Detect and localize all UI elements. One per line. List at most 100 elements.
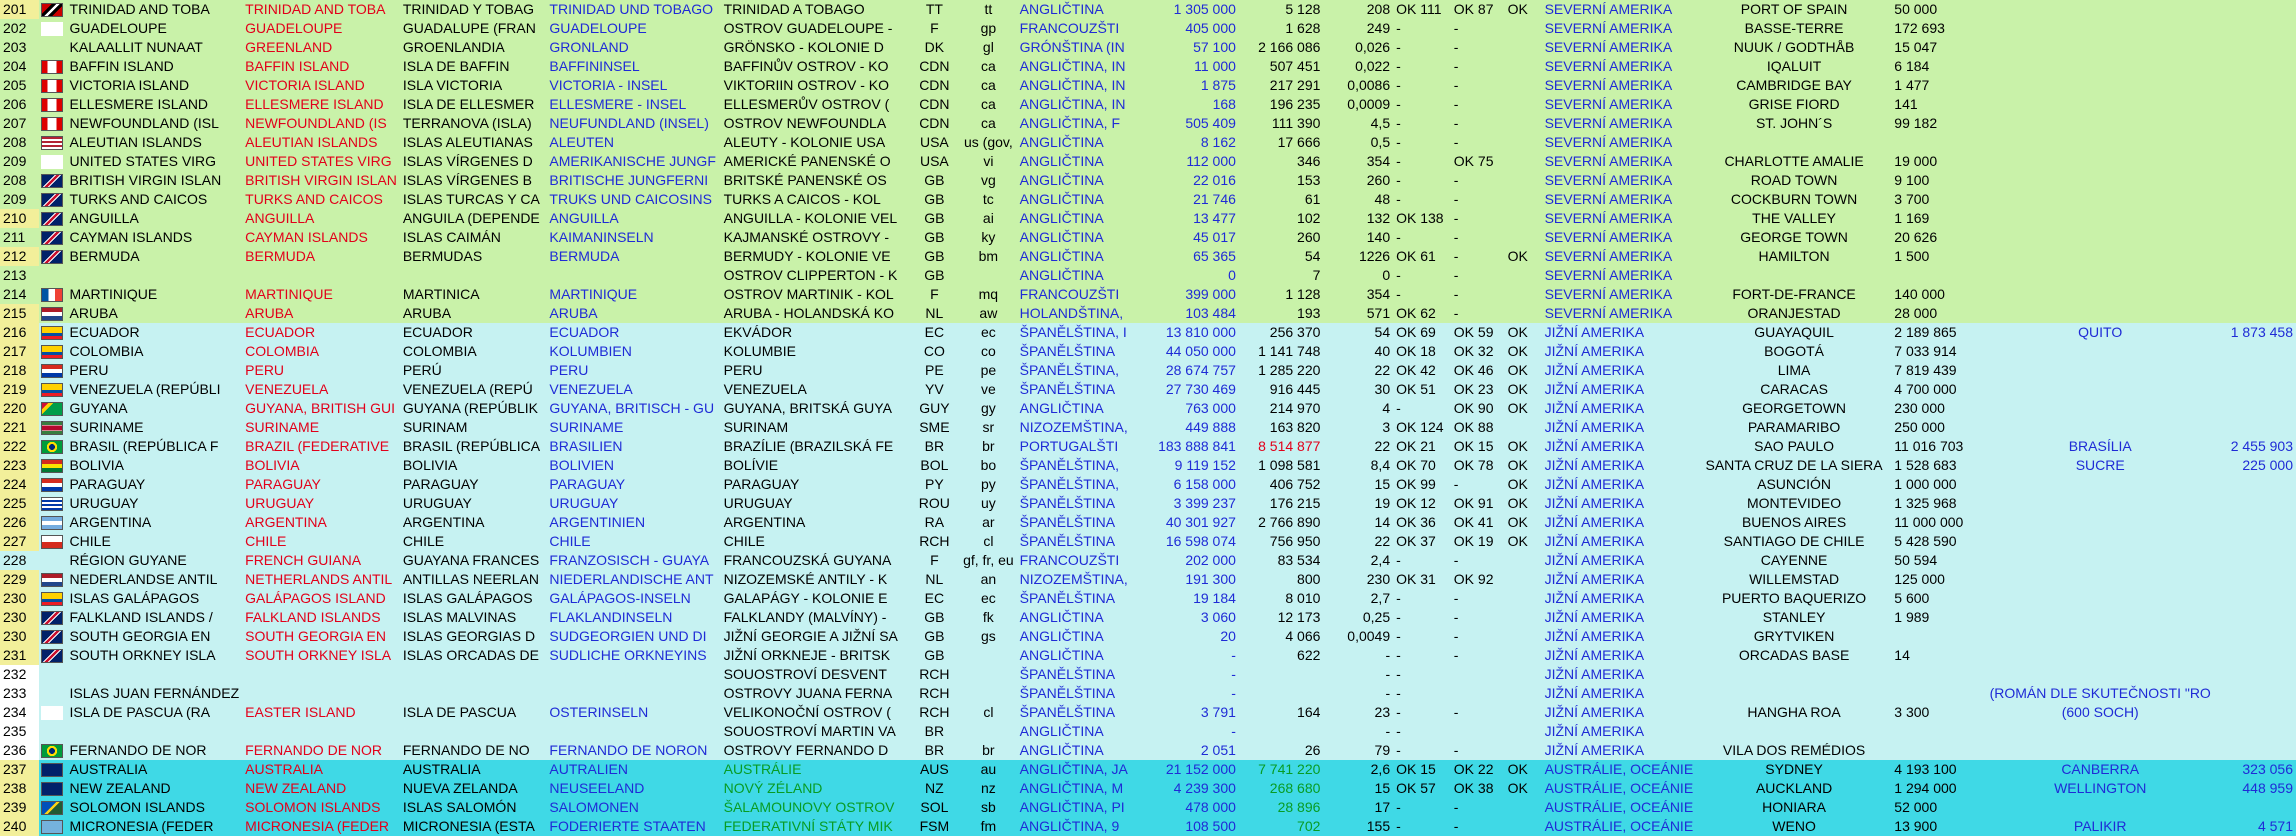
name-spanish[interactable]: ISLAS GEORGIAS D bbox=[399, 627, 547, 646]
capital-population[interactable] bbox=[2213, 228, 2296, 247]
language[interactable]: ŠPANĚLŠTINA bbox=[1016, 513, 1147, 532]
vehicle-code[interactable]: F bbox=[908, 285, 961, 304]
row-number[interactable]: 209 bbox=[0, 190, 39, 209]
area[interactable] bbox=[1238, 665, 1324, 684]
density[interactable]: 19 bbox=[1323, 494, 1394, 513]
capital[interactable] bbox=[1986, 627, 2214, 646]
language[interactable]: ANGLIČTINA, IN bbox=[1016, 95, 1147, 114]
city-population[interactable]: 99 182 bbox=[1891, 114, 1987, 133]
flag-cell[interactable] bbox=[38, 0, 67, 19]
status-ok[interactable] bbox=[1504, 285, 1542, 304]
language[interactable]: ŠPANĚLŠTINA, bbox=[1016, 475, 1147, 494]
population[interactable]: - bbox=[1146, 646, 1239, 665]
capital[interactable] bbox=[1986, 209, 2214, 228]
name-english[interactable]: BERMUDA bbox=[242, 247, 400, 266]
area[interactable]: 111 390 bbox=[1238, 114, 1324, 133]
density[interactable]: 230 bbox=[1323, 570, 1394, 589]
name-english[interactable]: CHILE bbox=[242, 532, 400, 551]
population[interactable]: 13 477 bbox=[1146, 209, 1239, 228]
capital-population[interactable] bbox=[2213, 380, 2296, 399]
name-german[interactable]: TRINIDAD UND TOBAGO bbox=[546, 0, 721, 19]
population[interactable]: 3 399 237 bbox=[1146, 494, 1239, 513]
density[interactable]: 15 bbox=[1323, 475, 1394, 494]
density[interactable]: 0,5 bbox=[1323, 133, 1394, 152]
status-1[interactable]: - bbox=[1393, 190, 1451, 209]
flag-cell[interactable] bbox=[38, 437, 67, 456]
vehicle-code[interactable]: GB bbox=[908, 228, 961, 247]
status-ok[interactable]: OK bbox=[1504, 437, 1542, 456]
language[interactable]: NIZOZEMŠTINA, bbox=[1016, 418, 1147, 437]
status-ok[interactable] bbox=[1504, 703, 1542, 722]
status-ok[interactable] bbox=[1504, 608, 1542, 627]
area[interactable] bbox=[1238, 722, 1324, 741]
status-1[interactable]: - bbox=[1393, 228, 1451, 247]
name-german[interactable] bbox=[546, 722, 721, 741]
name-spanish[interactable]: ANGUILA (DEPENDE bbox=[399, 209, 547, 228]
row-number[interactable]: 212 bbox=[0, 247, 39, 266]
row-number[interactable]: 239 bbox=[0, 798, 39, 817]
continent[interactable]: JIŽNÍ AMERIKA bbox=[1541, 741, 1697, 760]
name-czech[interactable]: OSTROV MARTINIK - KOL bbox=[720, 285, 909, 304]
domain-code[interactable]: vg bbox=[960, 171, 1017, 190]
domain-code[interactable]: co bbox=[960, 342, 1017, 361]
name-spanish[interactable]: ISLAS ALEUTIANAS bbox=[399, 133, 547, 152]
row-number[interactable]: 235 bbox=[0, 722, 39, 741]
domain-code[interactable]: vi bbox=[960, 152, 1017, 171]
status-2[interactable]: OK 41 bbox=[1450, 513, 1505, 532]
name-native[interactable] bbox=[66, 722, 243, 741]
name-german[interactable]: CHILE bbox=[546, 532, 721, 551]
continent[interactable]: JIŽNÍ AMERIKA bbox=[1541, 551, 1697, 570]
density[interactable]: 22 bbox=[1323, 532, 1394, 551]
name-native[interactable]: ELLESMERE ISLAND bbox=[66, 95, 243, 114]
status-2[interactable]: - bbox=[1450, 741, 1505, 760]
largest-city[interactable]: THE VALLEY bbox=[1696, 209, 1892, 228]
name-german[interactable]: ECUADOR bbox=[546, 323, 721, 342]
status-2[interactable]: - bbox=[1450, 190, 1505, 209]
row-number[interactable]: 221 bbox=[0, 418, 39, 437]
capital-population[interactable] bbox=[2213, 190, 2296, 209]
population[interactable]: 1 875 bbox=[1146, 76, 1239, 95]
language[interactable]: ANGLIČTINA bbox=[1016, 228, 1147, 247]
continent[interactable]: AUSTRÁLIE, OCEÁNIE bbox=[1541, 798, 1697, 817]
name-czech[interactable]: NIZOZEMSKÉ ANTILY - K bbox=[720, 570, 909, 589]
name-spanish[interactable]: COLOMBIA bbox=[399, 342, 547, 361]
city-population[interactable]: 5 600 bbox=[1891, 589, 1987, 608]
capital-population[interactable] bbox=[2213, 361, 2296, 380]
largest-city[interactable]: AUCKLAND bbox=[1696, 779, 1892, 798]
capital[interactable] bbox=[1986, 133, 2214, 152]
vehicle-code[interactable]: PY bbox=[908, 475, 961, 494]
name-spanish[interactable]: TERRANOVA (ISLA) bbox=[399, 114, 547, 133]
table-row[interactable]: 204 BAFFIN ISLAND BAFFIN ISLAND ISLA DE BAF… bbox=[0, 57, 2296, 76]
name-native[interactable]: ISLAS GALÁPAGOS bbox=[66, 589, 243, 608]
row-number[interactable]: 207 bbox=[0, 114, 39, 133]
row-number[interactable]: 232 bbox=[0, 665, 39, 684]
density[interactable]: 0,026 bbox=[1323, 38, 1394, 57]
table-row[interactable]: 234 ISLA DE PASCUA (RA EASTER ISLAND ISLA D… bbox=[0, 703, 2296, 722]
name-english[interactable]: EASTER ISLAND bbox=[242, 703, 400, 722]
vehicle-code[interactable]: YV bbox=[908, 380, 961, 399]
area[interactable]: 217 291 bbox=[1238, 76, 1324, 95]
name-spanish[interactable]: BERMUDAS bbox=[399, 247, 547, 266]
capital[interactable] bbox=[1986, 247, 2214, 266]
name-spanish[interactable]: ISLAS CAIMÁN bbox=[399, 228, 547, 247]
name-english[interactable]: FRENCH GUIANA bbox=[242, 551, 400, 570]
name-german[interactable]: OSTERINSELN bbox=[546, 703, 721, 722]
density[interactable]: 2,6 bbox=[1323, 760, 1394, 779]
city-population[interactable] bbox=[1891, 722, 1987, 741]
flag-cell[interactable] bbox=[38, 513, 67, 532]
status-1[interactable]: - bbox=[1393, 741, 1451, 760]
table-row[interactable]: 229 NEDERLANDSE ANTIL NETHERLANDS ANTIL ANT… bbox=[0, 570, 2296, 589]
name-english[interactable]: MICRONESIA (FEDER bbox=[242, 817, 400, 836]
vehicle-code[interactable]: NL bbox=[908, 570, 961, 589]
status-ok[interactable] bbox=[1504, 551, 1542, 570]
table-row[interactable]: 218 PERU PERU PERÚ PERU PERU PE pe ŠPANĚLŠTINA, 2… bbox=[0, 361, 2296, 380]
table-row[interactable]: 230 FALKLAND ISLANDS / FALKLAND ISLANDS ISL… bbox=[0, 608, 2296, 627]
status-2[interactable]: OK 15 bbox=[1450, 437, 1505, 456]
domain-code[interactable]: ec bbox=[960, 323, 1017, 342]
name-czech[interactable]: PARAGUAY bbox=[720, 475, 909, 494]
city-population[interactable]: 6 184 bbox=[1891, 57, 1987, 76]
continent[interactable]: JIŽNÍ AMERIKA bbox=[1541, 342, 1697, 361]
table-row[interactable]: 227 CHILE CHILE CHILE CHILE CHILE RCH cl ŠPANĚLŠ… bbox=[0, 532, 2296, 551]
city-population[interactable]: 19 000 bbox=[1891, 152, 1987, 171]
continent[interactable]: JIŽNÍ AMERIKA bbox=[1541, 361, 1697, 380]
